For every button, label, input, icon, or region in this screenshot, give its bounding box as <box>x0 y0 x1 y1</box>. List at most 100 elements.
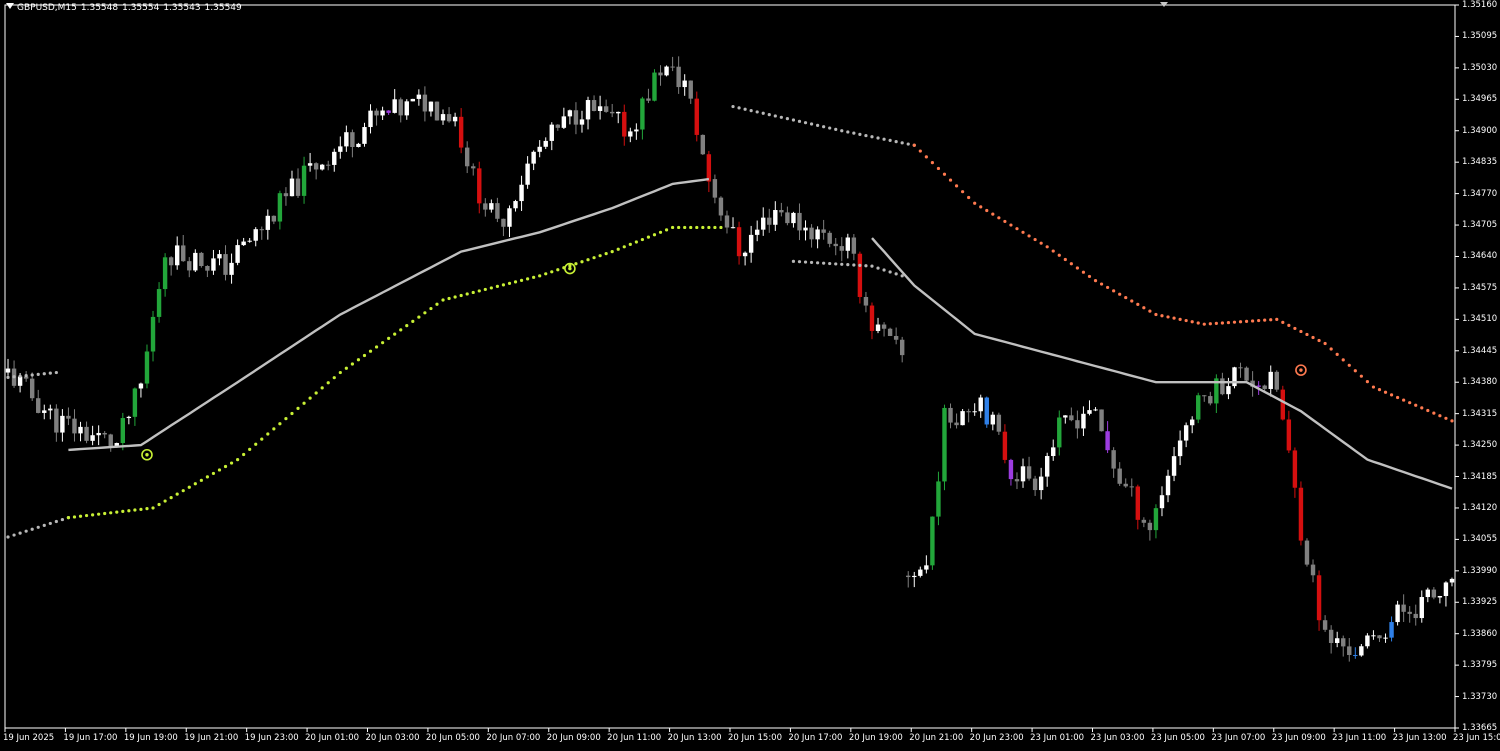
candle-body <box>1189 419 1195 426</box>
candle-body <box>1298 487 1304 541</box>
candle-body <box>712 179 718 198</box>
neutral-dot <box>846 130 850 134</box>
neutral-dot <box>803 121 808 125</box>
candle-body <box>1183 425 1189 441</box>
time-tick-label: 23 Jun 03:00 <box>1090 733 1145 743</box>
candle-body <box>289 178 295 197</box>
candle-body <box>839 246 844 251</box>
resistance-dot <box>1118 292 1122 296</box>
candle-body <box>664 66 669 76</box>
candle-body <box>1014 479 1020 482</box>
candle-body <box>827 232 832 244</box>
candle-body <box>706 154 712 182</box>
candle-body <box>609 111 615 114</box>
candle-body <box>446 114 452 122</box>
candle-body <box>211 258 216 271</box>
candle-body <box>1008 459 1014 480</box>
candle-body <box>1220 378 1225 395</box>
candle-body <box>797 212 802 231</box>
candle-body <box>464 147 470 167</box>
ohlc-close: 1.35549 <box>204 3 242 13</box>
support-dot <box>91 513 95 517</box>
resistance-dot <box>1106 285 1110 290</box>
support-dot <box>308 396 312 400</box>
support-dot <box>695 225 699 230</box>
resistance-dot <box>1081 270 1086 274</box>
time-tick-label: 19 Jun 2025 <box>3 733 55 743</box>
resistance-dot <box>1257 318 1261 323</box>
candle-body <box>857 253 863 297</box>
support-dot <box>175 492 179 496</box>
support-dot <box>658 230 663 234</box>
collapse-triangle-icon[interactable] <box>6 3 14 9</box>
support-dot <box>97 512 101 516</box>
candle-body <box>1117 468 1122 484</box>
signal-circle-dot <box>145 453 149 457</box>
candle-body <box>362 127 367 144</box>
neutral-dot <box>797 119 802 123</box>
candle-body <box>724 215 730 228</box>
candle-body <box>452 116 458 122</box>
candle-body <box>634 129 639 132</box>
candle-body <box>1171 456 1177 476</box>
candle-body <box>1135 486 1141 520</box>
moving-average-line <box>68 177 710 452</box>
candle-body <box>676 66 681 88</box>
price-tick-label: 1.34510 <box>1462 314 1498 325</box>
support-dot <box>374 345 379 349</box>
support-dot <box>260 437 264 441</box>
neutral-dot <box>60 517 64 522</box>
resistance-dot <box>1347 363 1351 367</box>
candle-body <box>978 397 983 412</box>
support-dot <box>109 511 113 515</box>
support-dot <box>405 324 409 328</box>
candle-body <box>1038 476 1044 491</box>
neutral-dot <box>48 521 52 526</box>
candle-body <box>972 411 977 413</box>
resistance-dot <box>1359 374 1363 378</box>
neutral-dot <box>18 374 22 378</box>
candle-body <box>597 106 603 111</box>
support-dot <box>84 513 89 518</box>
neutral-dot <box>900 141 904 145</box>
signal-circle-dot <box>1299 368 1303 372</box>
support-dot <box>507 281 512 285</box>
resistance-dot <box>1402 398 1406 402</box>
support-dot <box>381 341 385 345</box>
candle-body <box>773 210 778 225</box>
time-tick-label: 20 Jun 13:00 <box>667 733 722 743</box>
support-dot <box>598 254 602 258</box>
candle-body <box>410 98 416 102</box>
candle-body <box>549 124 554 141</box>
price-tick-label: 1.34965 <box>1462 94 1498 105</box>
candle-body <box>1389 622 1394 638</box>
resistance-dot <box>1299 329 1303 334</box>
support-dot <box>532 275 536 279</box>
neutral-dot <box>828 126 832 130</box>
price-tick-label: 1.34380 <box>1462 377 1498 388</box>
candle-body <box>579 119 585 125</box>
resistance-dot <box>1142 306 1146 310</box>
resistance-dot <box>1414 403 1418 407</box>
candle-body <box>1443 582 1449 597</box>
candle-body <box>555 124 561 128</box>
time-tick-label: 20 Jun 05:00 <box>425 733 480 743</box>
chart-shift-marker-icon[interactable] <box>1160 2 1168 7</box>
price-chart[interactable] <box>0 0 1500 751</box>
neutral-dot <box>54 370 58 375</box>
candle-body <box>72 418 77 434</box>
support-dot <box>115 510 119 514</box>
neutral-dot <box>803 260 808 264</box>
candle-body <box>507 208 512 227</box>
resistance-dot <box>1166 315 1170 319</box>
candle-body <box>736 227 742 257</box>
chart-window[interactable]: GBPUSD,M15 1.35548 1.35554 1.35543 1.35549 1… <box>0 0 1500 751</box>
support-dot <box>66 516 71 520</box>
resistance-dot <box>1335 352 1339 357</box>
candle-body <box>761 217 766 230</box>
candle-body <box>742 252 748 257</box>
candle-body <box>912 575 917 578</box>
candle-body <box>66 415 71 419</box>
candle-body <box>1141 519 1147 523</box>
resistance-dot <box>1003 219 1007 224</box>
